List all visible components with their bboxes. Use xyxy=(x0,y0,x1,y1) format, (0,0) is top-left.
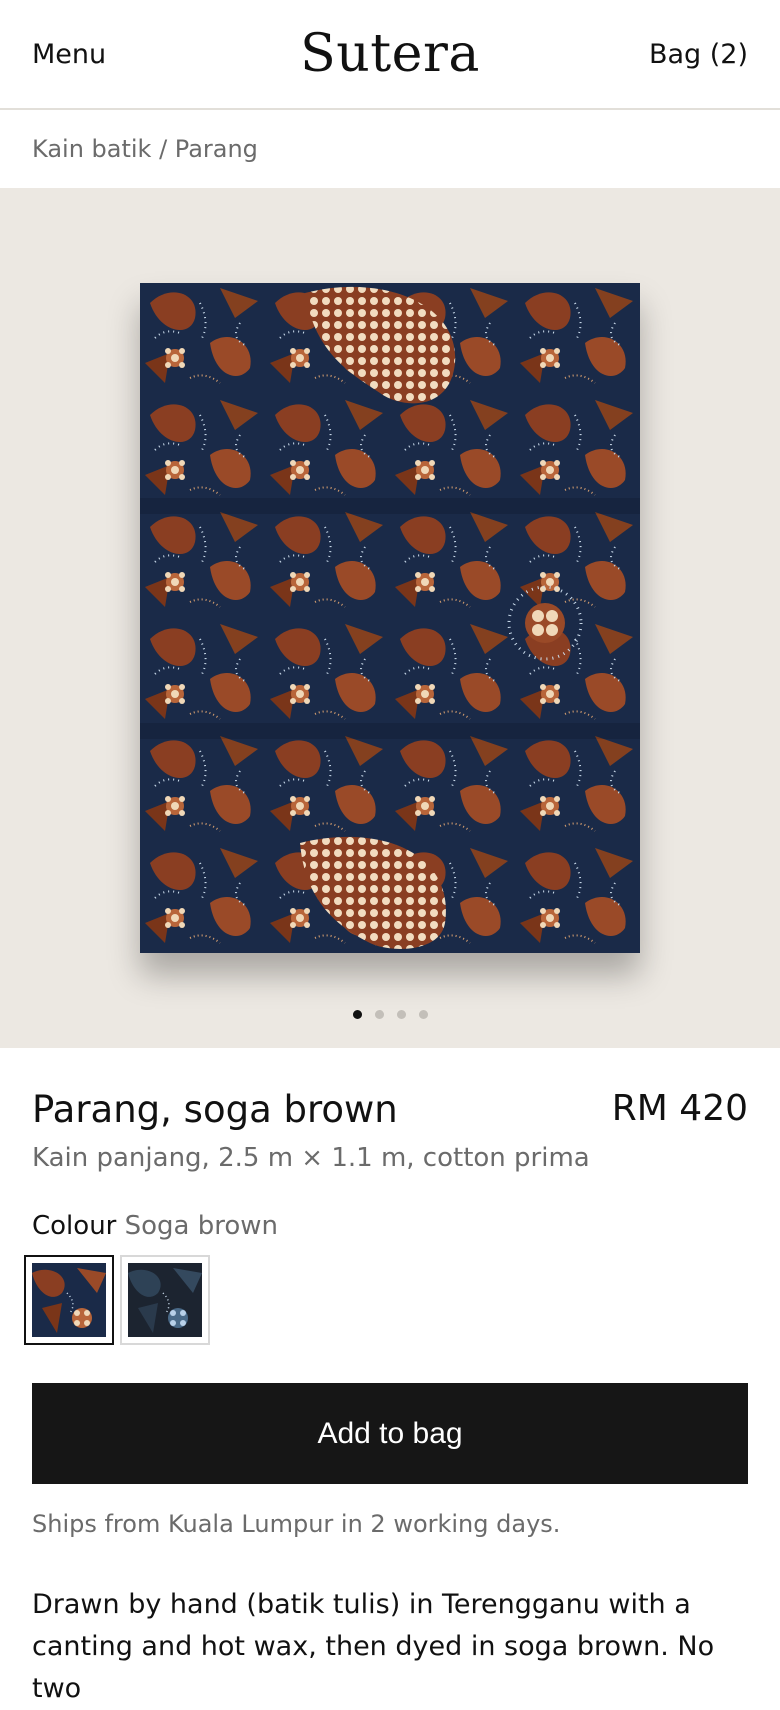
colour-label-text: Colour xyxy=(32,1211,117,1241)
swatch-indigo-image xyxy=(128,1263,202,1337)
brand-logo[interactable]: Sutera xyxy=(300,24,480,84)
site-header: Menu Sutera Bag (2) xyxy=(0,0,780,110)
product-subtitle: Kain panjang, 2.5 m × 1.1 m, cotton prim… xyxy=(32,1143,590,1173)
bag-button[interactable]: Bag (2) xyxy=(649,39,748,70)
shipping-note: Ships from Kuala Lumpur in 2 working day… xyxy=(32,1510,561,1538)
product-gallery[interactable] xyxy=(0,188,780,1048)
product-info: Parang, soga brown RM 420 Kain panjang, … xyxy=(0,1088,780,1710)
product-price: RM 420 xyxy=(611,1088,748,1129)
gallery-dot[interactable] xyxy=(418,1010,428,1019)
menu-button[interactable]: Menu xyxy=(32,39,106,70)
gallery-pagination[interactable] xyxy=(0,1010,780,1019)
title-row: Parang, soga brown RM 420 xyxy=(32,1088,748,1131)
colour-swatches xyxy=(24,1255,748,1345)
product-image[interactable] xyxy=(140,283,640,953)
batik-pattern-image xyxy=(140,283,640,953)
swatch-indigo[interactable] xyxy=(120,1255,210,1345)
colour-value: Soga brown xyxy=(124,1211,279,1241)
colour-label: Colour Soga brown xyxy=(32,1211,748,1241)
swatch-soga-brown[interactable] xyxy=(24,1255,114,1345)
gallery-dot[interactable] xyxy=(374,1010,384,1019)
swatch-soga-brown-image xyxy=(32,1263,106,1337)
gallery-dot[interactable] xyxy=(396,1010,406,1019)
product-title: Parang, soga brown xyxy=(32,1088,398,1131)
product-description: Drawn by hand (batik tulis) in Terenggan… xyxy=(32,1589,715,1704)
breadcrumb[interactable]: Kain batik / Parang xyxy=(0,110,780,188)
add-to-bag-button[interactable]: Add to bag xyxy=(32,1383,748,1484)
gallery-dot[interactable] xyxy=(352,1010,362,1019)
